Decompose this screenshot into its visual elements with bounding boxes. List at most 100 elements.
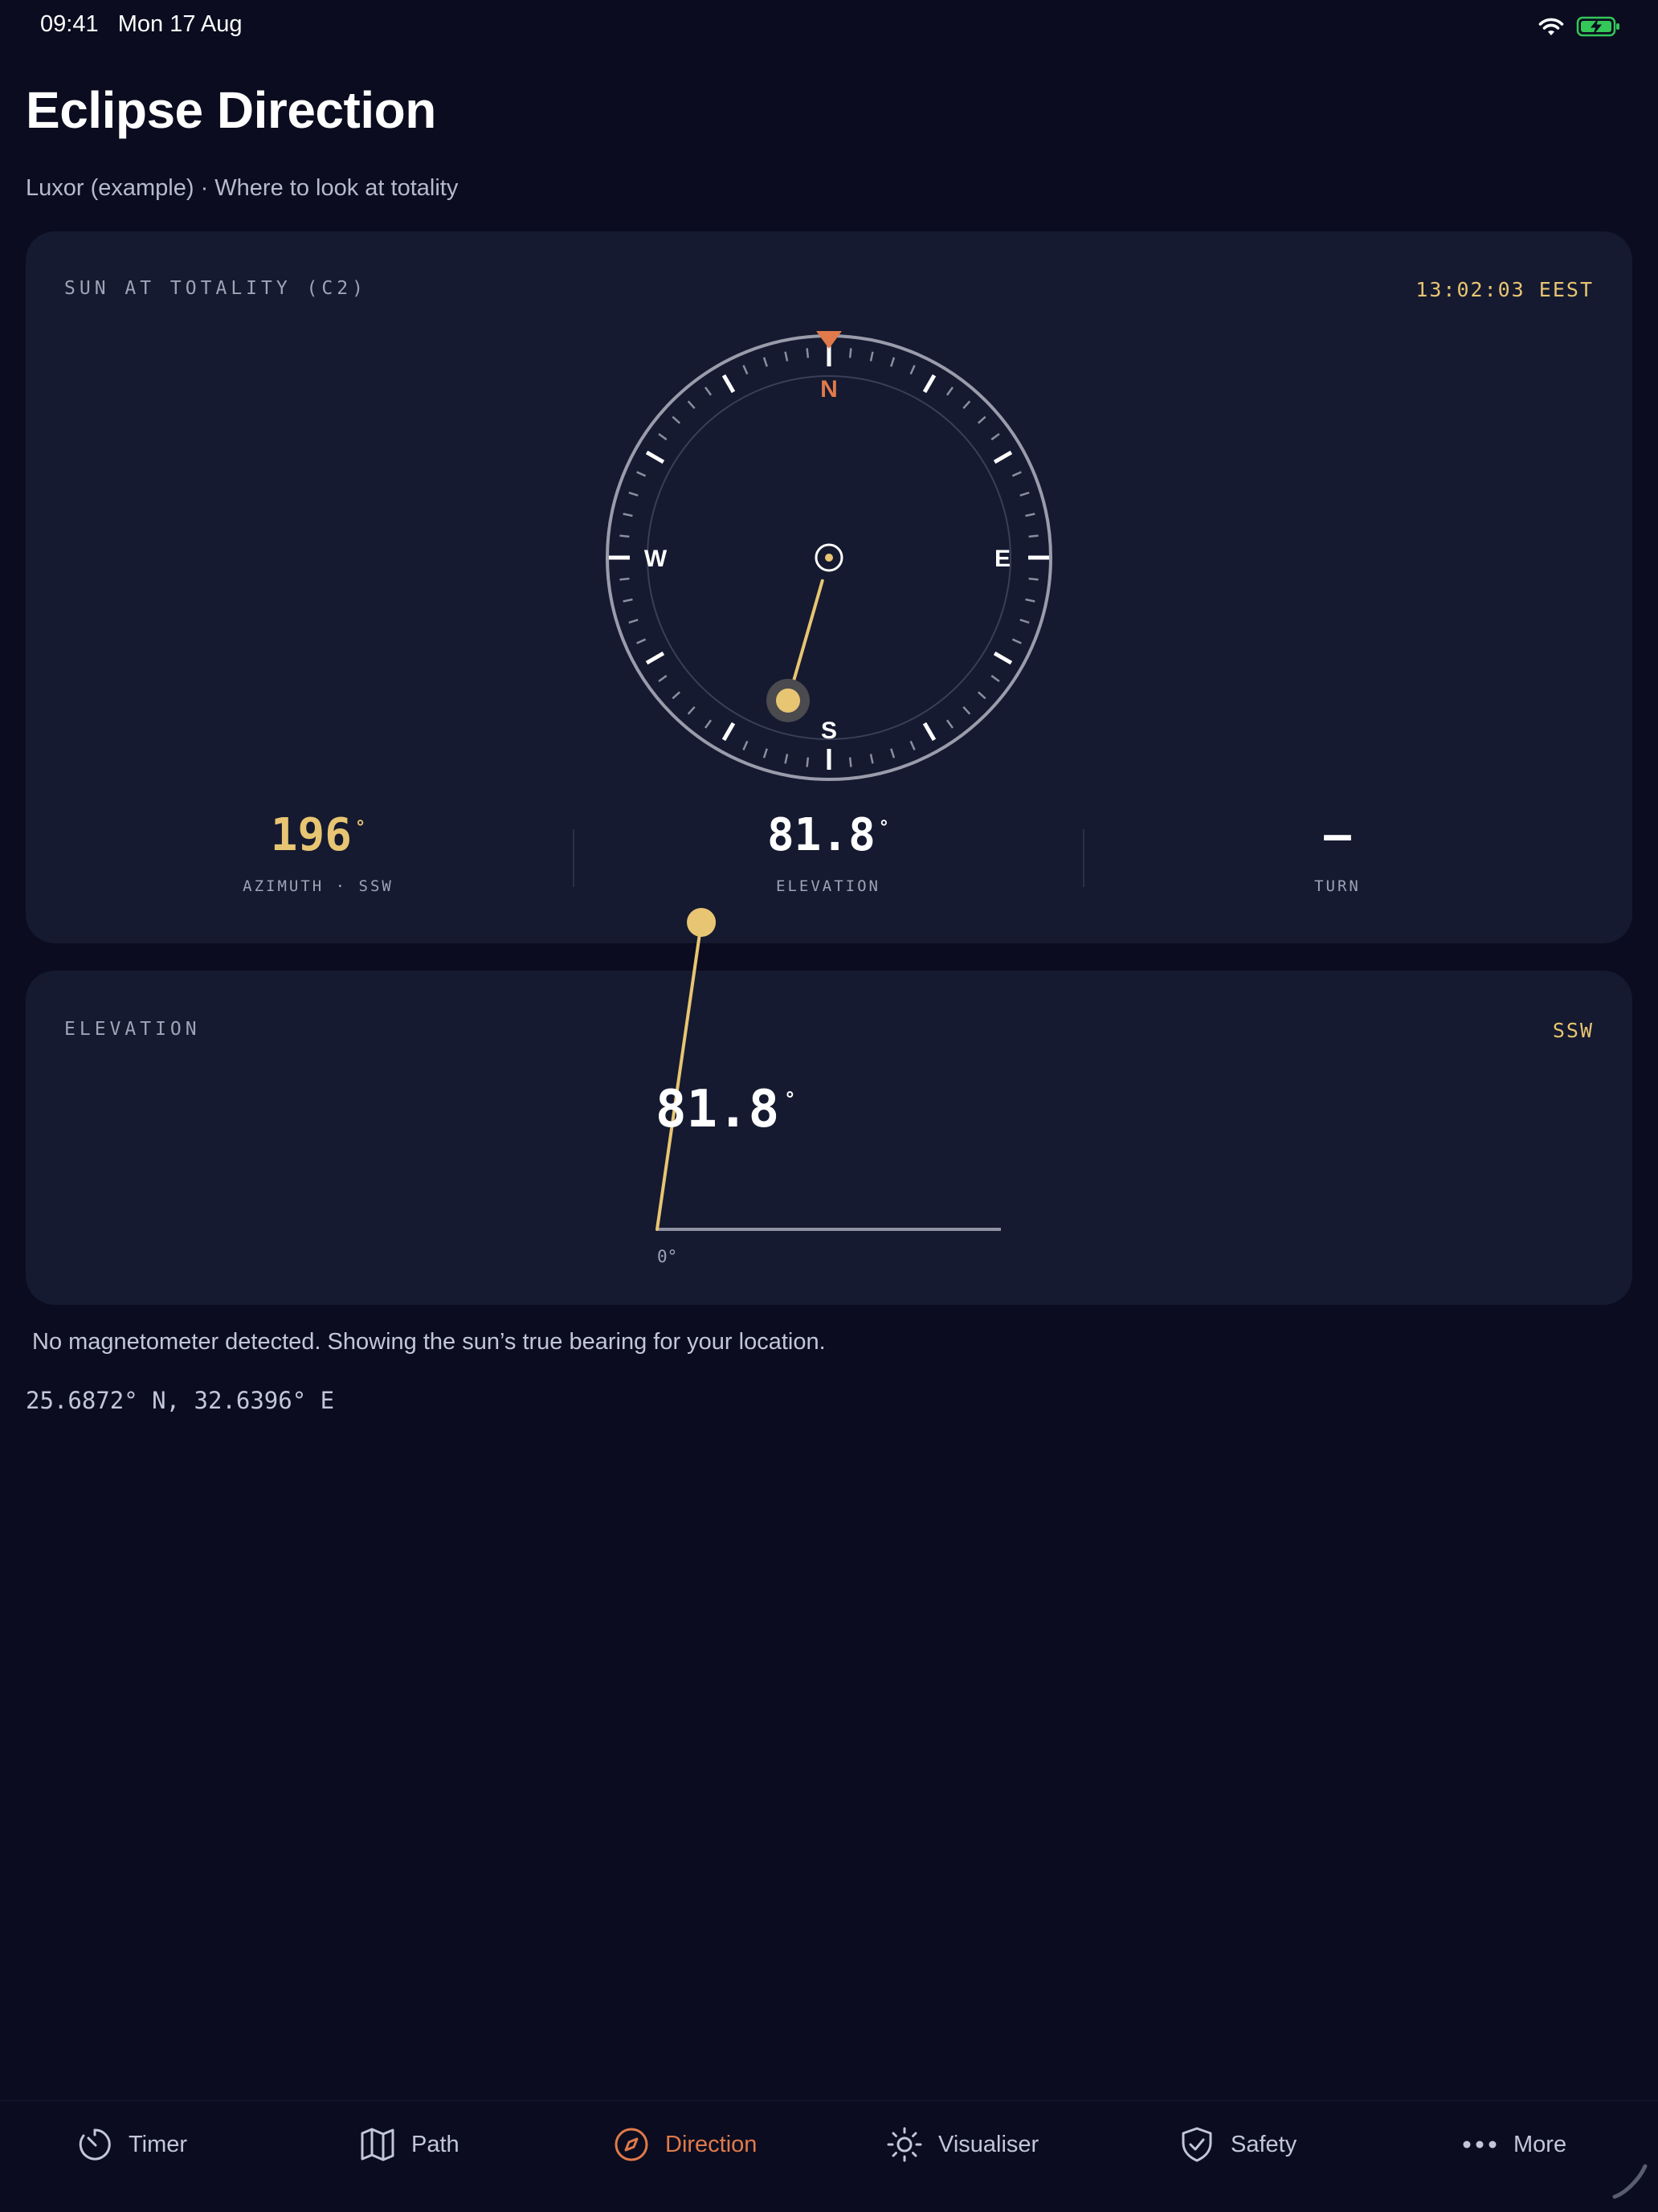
shield-check-icon xyxy=(1182,2127,1212,2162)
page-subtitle: Luxor (example) · Where to look at total… xyxy=(26,175,459,201)
azimuth-stat: 196 ° AZIMUTH · SSW xyxy=(157,813,479,896)
compass-minor-tick xyxy=(977,691,986,700)
compass-minor-tick xyxy=(636,471,647,477)
tab-visualiser-label: Visualiser xyxy=(938,2131,1039,2157)
elevation-value-wrap: 81.8 ° xyxy=(668,813,989,858)
compass-minor-tick xyxy=(704,719,713,729)
stat-divider xyxy=(1083,829,1084,887)
compass-minor-tick xyxy=(672,415,681,424)
compass-minor-tick xyxy=(909,740,916,750)
compass-minor-tick xyxy=(623,513,633,517)
azimuth-value: 196 xyxy=(270,809,352,861)
compass-minor-tick xyxy=(990,432,1000,441)
compass-minor-tick xyxy=(1011,471,1022,477)
compass-dial: N S E W xyxy=(606,331,1052,781)
elevation-card-label: ELEVATION xyxy=(64,1019,201,1040)
totality-time: 13:02:03 EEST xyxy=(1415,278,1594,301)
azimuth-label: AZIMUTH · SSW xyxy=(243,877,394,895)
tab-path-label: Path xyxy=(411,2131,459,2157)
stat-divider xyxy=(573,829,574,887)
sun-marker-icon xyxy=(776,688,801,713)
compass-minor-tick xyxy=(704,386,713,396)
tab-timer-label: Timer xyxy=(129,2131,188,2157)
elevation-big-value: 81.8 xyxy=(655,1080,780,1139)
map-icon xyxy=(361,2128,394,2161)
elevation-stat-value: 81.8 xyxy=(766,809,876,861)
compass-minor-tick xyxy=(619,534,630,538)
compass-minor-tick xyxy=(658,432,668,441)
compass-minor-tick xyxy=(687,705,696,715)
turn-value-wrap: – xyxy=(1177,813,1498,858)
compass-minor-tick xyxy=(945,386,954,396)
elevation-direction: SSW xyxy=(1552,1019,1594,1042)
compass-minor-tick xyxy=(848,757,852,767)
compass-minor-tick xyxy=(628,619,639,624)
compass-major-tick xyxy=(645,450,665,464)
compass-minor-tick xyxy=(848,348,852,358)
compass-minor-tick xyxy=(945,719,954,729)
compass-minor-tick xyxy=(1025,513,1035,517)
tab-more-label: More xyxy=(1513,2131,1567,2157)
compass-minor-tick xyxy=(1019,491,1030,497)
compass-minor-tick xyxy=(672,691,681,700)
sun-card-label: SUN AT TOTALITY (C2) xyxy=(64,278,367,299)
compass-minor-tick xyxy=(1011,638,1022,644)
horizon-zero-label: 0° xyxy=(657,1247,678,1266)
location-coordinates: 25.6872° N, 32.6396° E xyxy=(26,1387,335,1414)
compass-minor-tick xyxy=(977,415,986,424)
compass-minor-tick xyxy=(628,491,639,497)
tab-path[interactable]: Path xyxy=(358,2122,459,2167)
compass-minor-tick xyxy=(806,757,810,767)
compass-major-tick xyxy=(922,722,937,742)
tab-direction[interactable]: Direction xyxy=(612,2122,757,2167)
tab-safety-label: Safety xyxy=(1231,2131,1297,2157)
sun-icon xyxy=(887,2127,922,2162)
compass-major-tick xyxy=(645,651,665,665)
tab-safety[interactable]: Safety xyxy=(1178,2122,1297,2167)
compass-minor-tick xyxy=(1028,534,1039,538)
status-indicators xyxy=(1538,13,1621,40)
compass-minor-tick xyxy=(890,748,896,758)
elevation-big-wrap: 81.8 ° xyxy=(655,1080,796,1139)
tab-bar: Timer Path Direction Visualiser Safety M… xyxy=(0,2100,1658,2212)
compass-minor-tick xyxy=(687,400,696,410)
turn-value: – xyxy=(1324,809,1351,861)
elevation-stat: 81.8 ° ELEVATION xyxy=(668,813,989,896)
azimuth-value-wrap: 196 ° xyxy=(157,813,479,858)
compass-minor-tick xyxy=(962,705,971,715)
compass-minor-tick xyxy=(890,357,896,367)
tab-direction-label: Direction xyxy=(665,2131,758,2157)
status-bar-clock: 09:41 Mon 17 Aug xyxy=(40,11,243,38)
turn-label: TURN xyxy=(1314,877,1361,895)
compass-minor-tick xyxy=(742,740,749,750)
compass-minor-tick xyxy=(623,598,633,603)
compass-minor-tick xyxy=(762,748,768,758)
north-marker-icon xyxy=(816,331,842,349)
tab-visualiser[interactable]: Visualiser xyxy=(885,2122,1039,2167)
compass-minor-tick xyxy=(1019,619,1030,624)
compass-minor-tick xyxy=(806,348,810,358)
tab-more[interactable]: More xyxy=(1460,2122,1566,2167)
compass-major-tick xyxy=(721,374,736,394)
compass-west: W xyxy=(644,546,668,572)
compass-minor-tick xyxy=(636,638,647,644)
compass-minor-tick xyxy=(869,754,874,764)
compass-east: E xyxy=(994,546,1011,572)
compass-minor-tick xyxy=(1025,598,1035,603)
compass-minor-tick xyxy=(962,400,971,410)
elevation-card xyxy=(26,971,1632,1305)
more-dots-icon xyxy=(1463,2140,1497,2149)
compass-major-tick xyxy=(922,374,937,394)
azimuth-unit: ° xyxy=(354,818,366,838)
compass-major-tick xyxy=(993,651,1013,665)
compass-minor-tick xyxy=(742,365,749,375)
battery-charging-icon xyxy=(1576,16,1619,37)
compass-minor-tick xyxy=(990,674,1000,683)
elevation-stat-label: ELEVATION xyxy=(776,877,880,895)
resize-handle-icon[interactable] xyxy=(1610,2161,1648,2200)
compass-minor-tick xyxy=(762,357,768,367)
tab-timer[interactable]: Timer xyxy=(76,2122,187,2167)
compass-minor-tick xyxy=(909,365,916,375)
compass-major-tick xyxy=(993,450,1013,464)
elevation-big-unit: ° xyxy=(784,1088,796,1110)
